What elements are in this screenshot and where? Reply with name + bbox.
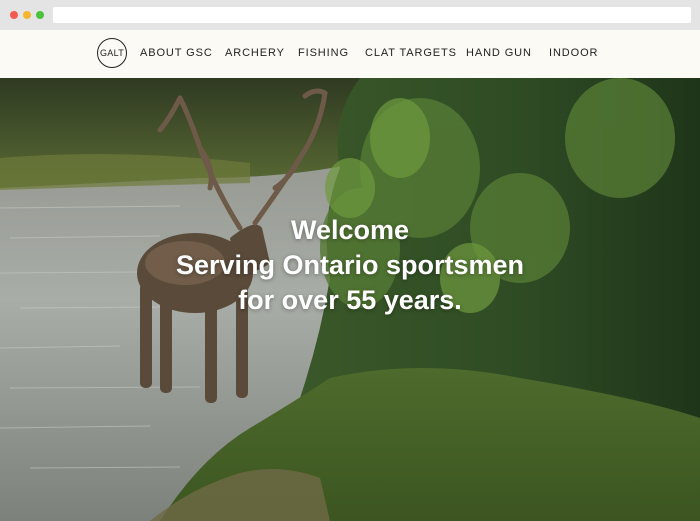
browser-chrome [0, 0, 700, 30]
hero-section: Welcome Serving Ontario sportsmen for ov… [0, 78, 700, 521]
address-bar[interactable] [53, 7, 691, 23]
close-window-button[interactable] [10, 11, 18, 19]
hero-tagline-line1: Serving Ontario sportsmen [175, 250, 525, 280]
nav-links: ABOUT GSC ARCHERY FISHING CLAT TARGETS H… [0, 30, 700, 78]
hero-welcome: Welcome [290, 215, 410, 245]
nav-item-hand-gun[interactable]: HAND GUN [466, 47, 532, 59]
browser-window: GALT ABOUT GSC ARCHERY FISHING CLAT TARG… [0, 0, 700, 521]
nav-item-indoor[interactable]: INDOOR [549, 47, 598, 59]
nav-item-about-gsc[interactable]: ABOUT GSC [140, 47, 213, 59]
maximize-window-button[interactable] [36, 11, 44, 19]
hero-headline: Welcome Serving Ontario sportsmen for ov… [0, 213, 700, 318]
hero-tagline-line2: for over 55 years. [238, 285, 462, 315]
site-navigation: GALT ABOUT GSC ARCHERY FISHING CLAT TARG… [0, 30, 700, 78]
nav-item-archery[interactable]: ARCHERY [225, 47, 285, 59]
nav-item-fishing[interactable]: FISHING [298, 47, 349, 59]
minimize-window-button[interactable] [23, 11, 31, 19]
nav-item-clat-targets[interactable]: CLAT TARGETS [365, 47, 457, 59]
